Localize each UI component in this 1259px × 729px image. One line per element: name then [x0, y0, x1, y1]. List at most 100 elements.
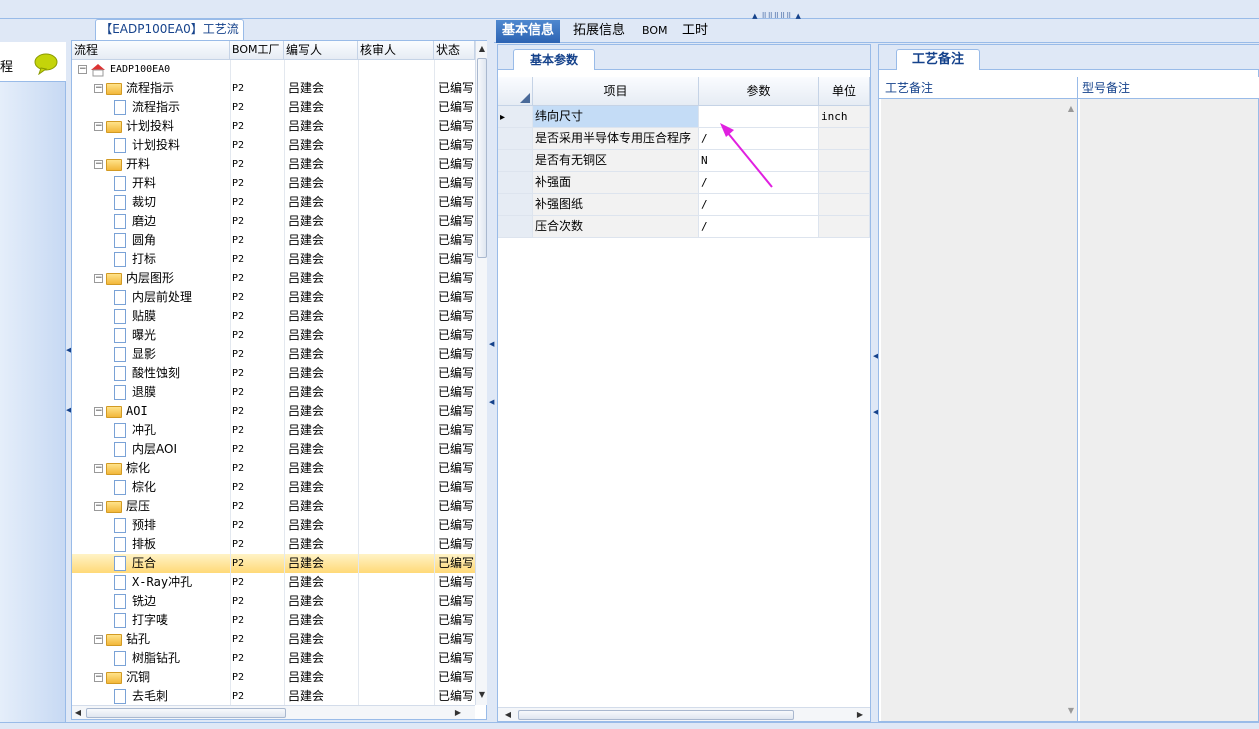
params-horizontal-scroll-thumb[interactable]: [518, 710, 794, 720]
row-header[interactable]: [498, 172, 533, 193]
middle-splitter-arrow-icon[interactable]: ◀: [489, 340, 494, 348]
tree-row[interactable]: 压合 P2 吕建会 已编写: [72, 554, 475, 573]
tree-row[interactable]: 磨边 P2 吕建会 已编写: [72, 212, 475, 231]
right-splitter-arrow-icon[interactable]: ◀: [873, 352, 878, 360]
params-column-item[interactable]: 项目: [533, 77, 699, 106]
tree-vertical-scroll-thumb[interactable]: [477, 58, 487, 258]
tab-bom[interactable]: BOM: [636, 20, 674, 43]
tree-row[interactable]: 计划投料 P2 吕建会 已编写: [72, 136, 475, 155]
tree-row[interactable]: 内层前处理 P2 吕建会 已编写: [72, 288, 475, 307]
tree-row[interactable]: − 内层图形 P2 吕建会 已编写: [72, 269, 475, 288]
collapse-toggle-icon[interactable]: −: [94, 160, 103, 169]
tree-row[interactable]: 流程指示 P2 吕建会 已编写: [72, 98, 475, 117]
tree-row[interactable]: − EADP100EA0: [72, 60, 475, 79]
tab-basic-info[interactable]: 基本信息: [496, 20, 561, 43]
tree-row[interactable]: 铣边 P2 吕建会 已编写: [72, 592, 475, 611]
tab-labor-hours[interactable]: 工时: [676, 20, 714, 43]
collapse-toggle-icon[interactable]: −: [94, 274, 103, 283]
scroll-right-icon[interactable]: ▶: [854, 709, 866, 721]
tree-row[interactable]: − 计划投料 P2 吕建会 已编写: [72, 117, 475, 136]
tree-row[interactable]: 排板 P2 吕建会 已编写: [72, 535, 475, 554]
middle-splitter[interactable]: [489, 19, 493, 722]
row-header[interactable]: ▸: [498, 106, 533, 127]
tree-row[interactable]: 棕化 P2 吕建会 已编写: [72, 478, 475, 497]
scroll-right-icon[interactable]: ▶: [452, 707, 464, 719]
scroll-down-icon[interactable]: ▼: [1065, 705, 1077, 717]
tree-row[interactable]: 曝光 P2 吕建会 已编写: [72, 326, 475, 345]
params-row[interactable]: 是否有无铜区 N: [498, 150, 870, 172]
tree-column-status[interactable]: 状态: [434, 41, 475, 60]
params-row[interactable]: 补强面 /: [498, 172, 870, 194]
row-header[interactable]: [498, 128, 533, 149]
middle-splitter-arrow-icon[interactable]: ◀: [489, 398, 494, 406]
grid-corner[interactable]: [498, 77, 533, 106]
tree-row[interactable]: − 钻孔 P2 吕建会 已编写: [72, 630, 475, 649]
right-splitter-arrow-icon[interactable]: ◀: [873, 408, 878, 416]
tree-row[interactable]: 打标 P2 吕建会 已编写: [72, 250, 475, 269]
tree-row[interactable]: 树脂钻孔 P2 吕建会 已编写: [72, 649, 475, 668]
right-splitter[interactable]: [873, 44, 877, 722]
collapse-toggle-icon[interactable]: −: [94, 673, 103, 682]
collapse-toggle-icon[interactable]: −: [94, 407, 103, 416]
tree-row[interactable]: − 流程指示 P2 吕建会 已编写: [72, 79, 475, 98]
process-notes-textarea[interactable]: ▲ ▼: [881, 99, 1078, 721]
tree-row[interactable]: 开料 P2 吕建会 已编写: [72, 174, 475, 193]
tree-row[interactable]: 圆角 P2 吕建会 已编写: [72, 231, 475, 250]
tree-column-writer[interactable]: 编写人: [284, 41, 358, 60]
tree-row[interactable]: − 棕化 P2 吕建会 已编写: [72, 459, 475, 478]
tree-row[interactable]: 预排 P2 吕建会 已编写: [72, 516, 475, 535]
collapse-toggle-icon[interactable]: −: [94, 122, 103, 131]
params-row[interactable]: ▸ 纬向尺寸 inch: [498, 106, 870, 128]
params-column-value[interactable]: 参数: [699, 77, 819, 106]
tree-row[interactable]: − 开料 P2 吕建会 已编写: [72, 155, 475, 174]
left-splitter-arrow-icon[interactable]: ◀: [66, 346, 71, 354]
left-splitter[interactable]: [66, 42, 70, 722]
chat-bubble-icon[interactable]: [33, 53, 59, 75]
row-header[interactable]: [498, 194, 533, 215]
collapse-toggle-icon[interactable]: −: [94, 502, 103, 511]
tree-row[interactable]: 内层AOI P2 吕建会 已编写: [72, 440, 475, 459]
tree-row[interactable]: 裁切 P2 吕建会 已编写: [72, 193, 475, 212]
params-cell-value[interactable]: /: [699, 216, 819, 237]
scroll-up-icon[interactable]: ▲: [476, 43, 488, 55]
collapse-toggle-icon[interactable]: −: [94, 84, 103, 93]
collapse-toggle-icon[interactable]: −: [78, 65, 87, 74]
tree-row[interactable]: 打字唛 P2 吕建会 已编写: [72, 611, 475, 630]
params-row[interactable]: 补强图纸 /: [498, 194, 870, 216]
tree-title-tab[interactable]: 【EADP100EA0】工艺流程: [95, 19, 244, 55]
tree-horizontal-scrollbar[interactable]: ◀ ▶: [72, 705, 475, 719]
tree-column-reviewer[interactable]: 核审人: [358, 41, 434, 60]
collapse-toggle-icon[interactable]: −: [94, 464, 103, 473]
tree-row[interactable]: − AOI P2 吕建会 已编写: [72, 402, 475, 421]
tree-row[interactable]: 贴膜 P2 吕建会 已编写: [72, 307, 475, 326]
params-horizontal-scrollbar[interactable]: ◀ ▶: [498, 707, 870, 721]
tree-column-bom-plant[interactable]: BOM工厂: [230, 41, 284, 60]
params-column-unit[interactable]: 单位: [819, 77, 870, 106]
scroll-up-icon[interactable]: ▲: [1065, 103, 1077, 115]
tab-process-notes[interactable]: 工艺备注: [896, 49, 980, 70]
row-header[interactable]: [498, 150, 533, 171]
tree-horizontal-scroll-thumb[interactable]: [86, 708, 286, 718]
model-notes-textarea[interactable]: [1080, 99, 1258, 721]
left-splitter-arrow-icon[interactable]: ◀: [66, 406, 71, 414]
row-header[interactable]: [498, 216, 533, 237]
tree-row[interactable]: 冲孔 P2 吕建会 已编写: [72, 421, 475, 440]
tree-row[interactable]: 酸性蚀刻 P2 吕建会 已编写: [72, 364, 475, 383]
scroll-left-icon[interactable]: ◀: [502, 709, 514, 721]
tree-row[interactable]: − 层压 P2 吕建会 已编写: [72, 497, 475, 516]
params-cell-value[interactable]: /: [699, 194, 819, 215]
tree-row[interactable]: − 沉铜 P2 吕建会 已编写: [72, 668, 475, 687]
scroll-left-icon[interactable]: ◀: [72, 707, 84, 719]
tab-basic-params[interactable]: 基本参数: [513, 49, 595, 70]
tree-row[interactable]: 显影 P2 吕建会 已编写: [72, 345, 475, 364]
tree-column-process[interactable]: 流程: [72, 41, 230, 60]
tree-row[interactable]: X-Ray冲孔 P2 吕建会 已编写: [72, 573, 475, 592]
scroll-down-icon[interactable]: ▼: [476, 689, 488, 701]
params-row[interactable]: 压合次数 /: [498, 216, 870, 238]
tab-extended-info[interactable]: 拓展信息: [567, 20, 631, 43]
collapse-toggle-icon[interactable]: −: [94, 635, 103, 644]
tree-vertical-scrollbar[interactable]: ▲ ▼: [475, 41, 487, 705]
params-row[interactable]: 是否采用半导体专用压合程序 /: [498, 128, 870, 150]
tree-row[interactable]: 去毛刺 P2 吕建会 已编写: [72, 687, 475, 705]
tree-row[interactable]: 退膜 P2 吕建会 已编写: [72, 383, 475, 402]
